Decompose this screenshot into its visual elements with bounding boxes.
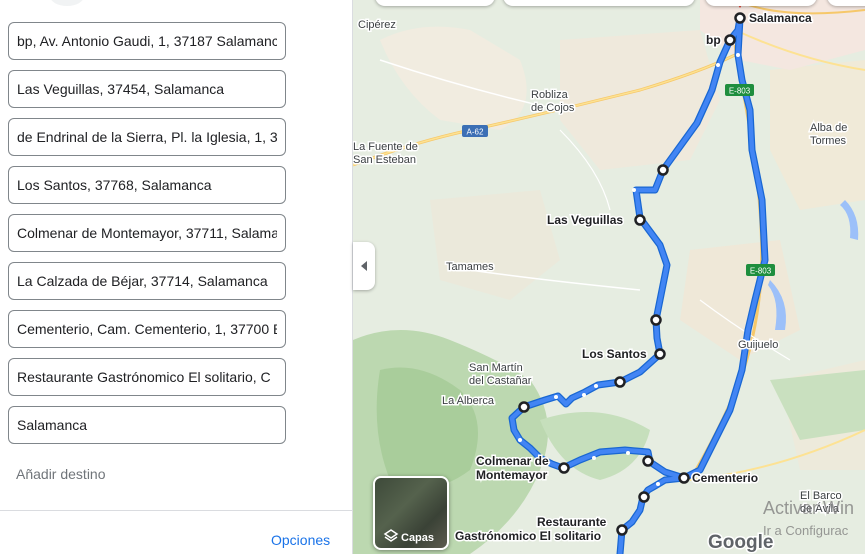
- svg-text:A-62: A-62: [467, 128, 484, 137]
- destination-field-7[interactable]: [8, 310, 286, 348]
- place-label: La Fuente de: [353, 141, 418, 153]
- destination-input[interactable]: [9, 167, 285, 203]
- destination-input[interactable]: [9, 311, 285, 347]
- google-logo: Google: [708, 532, 773, 553]
- waypoint-label: Cementerio: [692, 471, 758, 485]
- place-label: Tamames: [446, 261, 494, 273]
- destination-field-6[interactable]: [8, 262, 286, 300]
- waypoint-marker[interactable]: [657, 164, 669, 176]
- place-label: Cipérez: [358, 19, 396, 31]
- destination-field-3[interactable]: [8, 118, 286, 156]
- waypoint-marker[interactable]: [642, 455, 654, 467]
- destination-input[interactable]: [9, 215, 285, 251]
- panel-top-control[interactable]: [50, 0, 84, 6]
- destination-input[interactable]: [9, 359, 285, 395]
- place-label: Tormes: [810, 135, 847, 147]
- place-label: La Alberca: [442, 395, 495, 407]
- waypoint-marker[interactable]: [734, 12, 746, 24]
- directions-panel: Añadir destino Opciones: [0, 0, 352, 554]
- waypoint-label: Los Santos: [582, 347, 647, 361]
- destination-input[interactable]: [9, 119, 285, 155]
- waypoint-marker[interactable]: [638, 491, 650, 503]
- place-label: Guijuelo: [738, 339, 778, 351]
- chevron-left-icon: [361, 261, 367, 271]
- divider: [0, 510, 352, 511]
- destination-field-5[interactable]: [8, 214, 286, 252]
- destination-field-2[interactable]: [8, 70, 286, 108]
- waypoint-label: Salamanca: [749, 11, 812, 25]
- destination-field-9[interactable]: [8, 406, 286, 444]
- destination-input[interactable]: [9, 407, 285, 443]
- map-chip[interactable]: [375, 0, 495, 6]
- map-canvas[interactable]: E-803 E-803 A-62 Cipérez Robliza de Cojo…: [353, 0, 865, 554]
- map-chip[interactable]: [705, 0, 817, 6]
- waypoint-label: Gastrónomico El solitario: [455, 529, 601, 543]
- destination-input[interactable]: [9, 263, 285, 299]
- map-chip[interactable]: [827, 0, 865, 6]
- collapse-panel-button[interactable]: [353, 242, 375, 290]
- place-label: Alba de: [810, 122, 847, 134]
- waypoint-marker[interactable]: [634, 214, 646, 226]
- waypoint-label: Las Veguillas: [547, 213, 623, 227]
- svg-text:Ir a Configurac: Ir a Configurac: [763, 523, 849, 538]
- waypoint-marker[interactable]: [654, 348, 666, 360]
- waypoint-label: bp: [706, 33, 721, 47]
- road-badge-e803: E-803: [725, 84, 754, 96]
- layers-button[interactable]: Capas: [373, 476, 449, 550]
- options-button[interactable]: Opciones: [271, 532, 330, 548]
- waypoint-label: Montemayor: [476, 468, 548, 482]
- waypoint-marker[interactable]: [518, 401, 530, 413]
- map-svg: E-803 E-803 A-62 Cipérez Robliza de Cojo…: [353, 0, 865, 554]
- waypoint-marker[interactable]: [724, 34, 736, 46]
- destination-field-8[interactable]: [8, 358, 286, 396]
- waypoint-label: Restaurante: [537, 515, 607, 529]
- place-label: San Esteban: [353, 154, 416, 166]
- destination-field-1[interactable]: [8, 22, 286, 60]
- place-label: del Castañar: [469, 375, 532, 387]
- map-chip[interactable]: [503, 0, 695, 6]
- waypoint-marker[interactable]: [616, 524, 628, 536]
- place-label: San Martín: [469, 362, 523, 374]
- svg-text:Activar Win: Activar Win: [763, 498, 854, 518]
- svg-text:E-803: E-803: [750, 267, 772, 276]
- add-destination-button[interactable]: Añadir destino: [16, 466, 106, 482]
- destination-field-4[interactable]: [8, 166, 286, 204]
- waypoint-marker[interactable]: [614, 376, 626, 388]
- place-label: Robliza: [531, 89, 569, 101]
- place-label: de Cojos: [531, 102, 575, 114]
- waypoint-marker[interactable]: [678, 472, 690, 484]
- svg-text:E-803: E-803: [729, 87, 751, 96]
- layers-label: Capas: [401, 532, 435, 544]
- waypoint-label: Colmenar de: [476, 454, 549, 468]
- waypoint-marker[interactable]: [558, 462, 570, 474]
- waypoint-marker[interactable]: [650, 314, 662, 326]
- destination-input[interactable]: [9, 71, 285, 107]
- layers-icon: [383, 529, 399, 542]
- road-badge-a62: A-62: [462, 125, 488, 137]
- destination-input[interactable]: [9, 23, 285, 59]
- road-badge-e803: E-803: [746, 264, 775, 276]
